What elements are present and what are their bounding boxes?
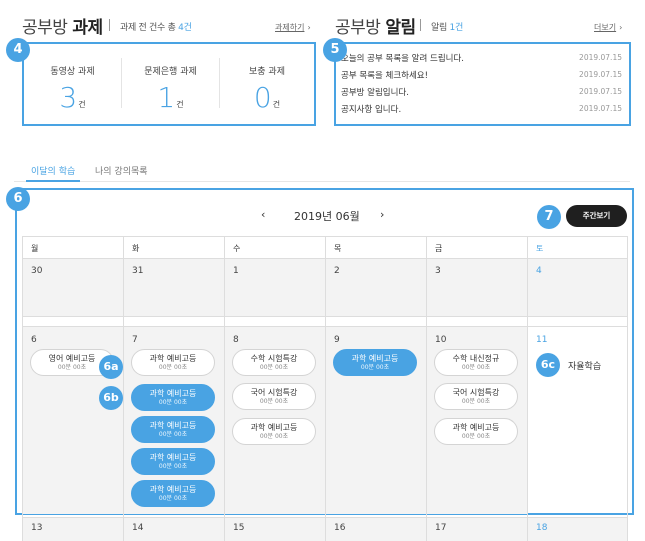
event-pill[interactable]: 과학 예비고등 00분 00초 [232, 418, 316, 445]
date-cell[interactable]: 30 [31, 266, 42, 276]
chevron-right-icon: › [619, 23, 623, 32]
grid-line [426, 236, 427, 541]
date-cell[interactable]: 13 [31, 523, 42, 533]
callout-badge: 6a [99, 355, 123, 379]
date-cell[interactable]: 3 [435, 266, 441, 276]
date-cell[interactable]: 8 [233, 335, 239, 345]
event-pill-selected[interactable]: 과학 예비고등 00분 00초 [131, 416, 215, 443]
hw-video[interactable]: 동영상 과제 3건 [24, 44, 121, 124]
notice-box: 오늘의 공부 목록을 알려 드립니다. 2019.07.15 공부 목록을 체크하… [334, 42, 631, 126]
notice-item[interactable]: 공부방 알림입니다. 2019.07.15 [341, 86, 624, 100]
date-cell[interactable]: 31 [132, 266, 143, 276]
event-pill[interactable]: 수학 내신정규 00분 00초 [434, 349, 518, 376]
weekday-fri: 금 [435, 244, 443, 253]
tab-monthly-study[interactable]: 이달의 학습 [31, 164, 75, 177]
date-cell[interactable]: 6 [31, 335, 37, 345]
notice-item[interactable]: 공지사항 입니다. 2019.07.15 [341, 103, 624, 117]
weekday-sat: 토 [536, 244, 544, 253]
notice-item[interactable]: 공부 목록을 체크하세요! 2019.07.15 [341, 69, 624, 83]
week-view-button[interactable]: 주간보기 [566, 205, 627, 227]
callout-badge: 6b [99, 386, 123, 410]
divider [420, 19, 421, 31]
event-pill-selected[interactable]: 과학 예비고등 00분 00초 [131, 448, 215, 475]
grid-line [527, 236, 528, 541]
event-pill[interactable]: 과학 예비고등 00분 00초 [434, 418, 518, 445]
date-cell[interactable]: 10 [435, 335, 446, 345]
callout-badge: 4 [6, 38, 30, 62]
callout-badge: 5 [323, 38, 347, 62]
grid-line [123, 236, 124, 541]
event-pill-selected[interactable]: 과학 예비고등 00분 00초 [333, 349, 417, 376]
homework-box: 동영상 과제 3건 문제은행 과제 1건 보충 과제 0건 [22, 42, 316, 126]
date-cell[interactable]: 16 [334, 523, 345, 533]
weekday-tue: 화 [132, 244, 140, 253]
callout-badge: 6c [536, 353, 560, 377]
event-pill[interactable]: 과학 예비고등 00분 00초 [131, 349, 215, 376]
weekday-thu: 목 [334, 244, 342, 253]
date-cell[interactable]: 11 [536, 335, 547, 345]
date-cell[interactable]: 17 [435, 523, 446, 533]
date-cell[interactable]: 9 [334, 335, 340, 345]
chevron-right-icon: › [307, 23, 311, 32]
date-cell[interactable]: 7 [132, 335, 138, 345]
event-pill-selected[interactable]: 과학 예비고등 00분 00초 [131, 384, 215, 411]
date-cell[interactable]: 2 [334, 266, 340, 276]
homework-link[interactable]: 과제하기 › [275, 22, 311, 33]
hw-supplement[interactable]: 보충 과제 0건 [220, 44, 314, 124]
next-month-icon[interactable]: › [380, 208, 384, 221]
event-pill[interactable]: 국어 시험특강 00분 00초 [232, 383, 316, 410]
event-pill[interactable]: 수학 시험특강 00분 00초 [232, 349, 316, 376]
tab-divider [14, 181, 630, 182]
notice-more-link[interactable]: 더보기 › [594, 22, 622, 33]
prev-month-icon[interactable]: ‹ [261, 208, 265, 221]
grid-line [22, 236, 23, 541]
weekday-mon: 월 [31, 244, 39, 253]
notice-title: 공부방 알림 [335, 18, 416, 38]
divider [109, 19, 110, 31]
event-pill[interactable]: 국어 시험특강 00분 00초 [434, 383, 518, 410]
date-cell[interactable]: 14 [132, 523, 143, 533]
tab-my-lectures[interactable]: 나의 강의목록 [95, 164, 148, 177]
date-cell[interactable]: 18 [536, 523, 547, 533]
tab-active-indicator [26, 180, 80, 182]
callout-badge: 6 [6, 187, 30, 211]
weekday-wed: 수 [233, 244, 241, 253]
callout-badge: 7 [537, 205, 561, 229]
homework-title: 공부방 과제 [22, 18, 103, 38]
grid-line [627, 236, 628, 541]
grid-line [224, 236, 225, 541]
notice-item[interactable]: 오늘의 공부 목록을 알려 드립니다. 2019.07.15 [341, 52, 624, 66]
self-study-label: 자율학습 [568, 362, 602, 372]
date-cell[interactable]: 4 [536, 266, 542, 276]
homework-summary: 과제 전 건수 총 4건 [120, 23, 192, 33]
date-cell[interactable]: 15 [233, 523, 244, 533]
notice-summary: 알림 1건 [431, 23, 463, 33]
grid-line [325, 236, 326, 541]
event-pill-selected[interactable]: 과학 예비고등 00분 00초 [131, 480, 215, 507]
month-label: 2019년 06월 [294, 210, 360, 223]
date-cell[interactable]: 1 [233, 266, 239, 276]
hw-question-bank[interactable]: 문제은행 과제 1건 [122, 44, 219, 124]
